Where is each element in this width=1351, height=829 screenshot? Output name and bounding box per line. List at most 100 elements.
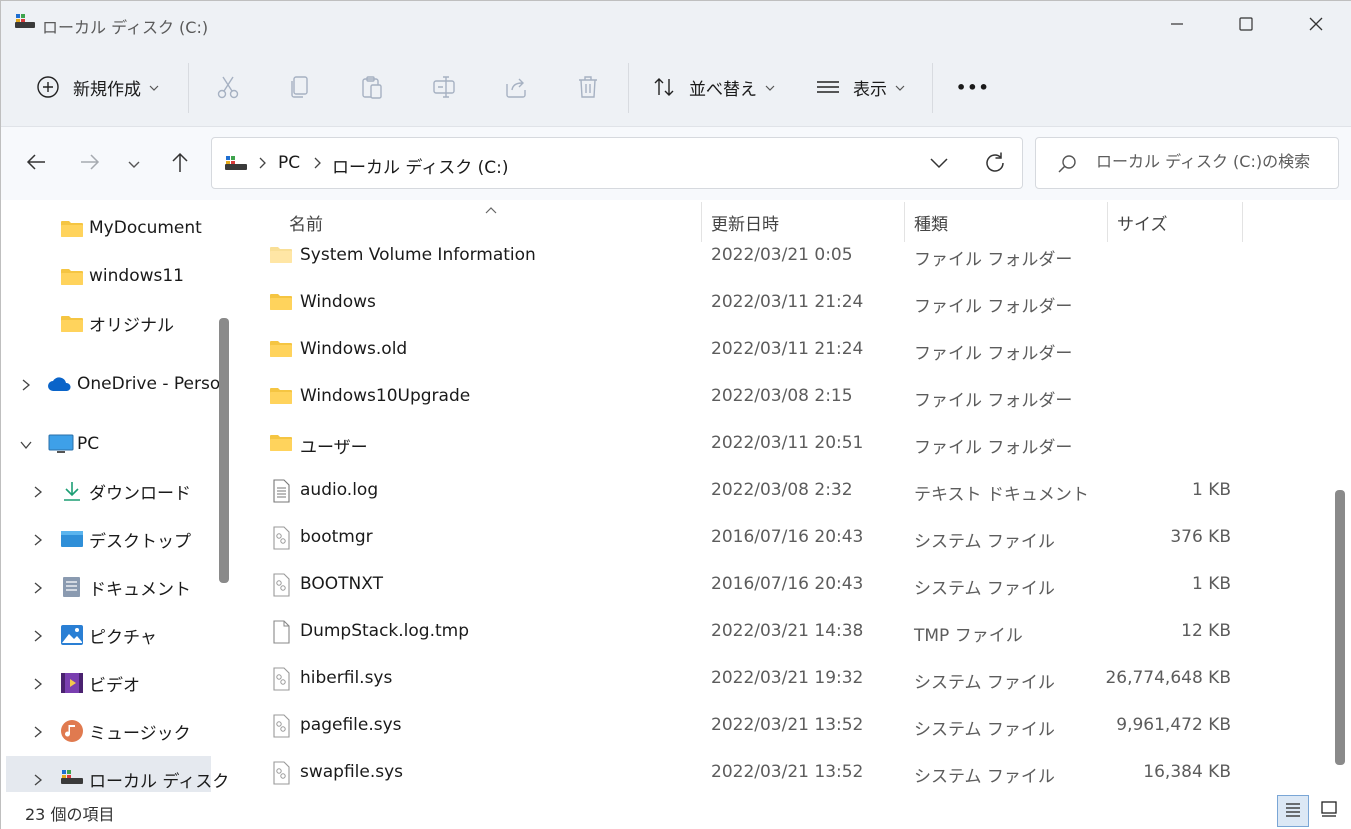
chevron-right-icon[interactable] [31, 724, 45, 738]
sidebar-item-label: MyDocument [89, 218, 202, 238]
sort-icon [649, 72, 679, 102]
sidebar-item-label: ビデオ [89, 675, 140, 696]
title-bar[interactable]: ローカル ディスク (C:) [1, 1, 1351, 47]
rename-button[interactable] [429, 47, 459, 127]
file-row-dumpstack-log-tmp[interactable]: DumpStack.log.tmp 2022/03/21 14:38 TMP フ… [239, 610, 1331, 657]
share-button[interactable] [501, 47, 531, 127]
file-row-hiberfil-sys[interactable]: hiberfil.sys 2022/03/21 19:32 システム ファイル … [239, 657, 1331, 704]
chevron-right-icon[interactable] [19, 377, 33, 391]
breadcrumb-local-disk[interactable]: ローカル ディスク (C:) [332, 153, 508, 178]
file-type: システム ファイル [914, 579, 1055, 599]
file-modified: 2022/03/21 19:32 [711, 668, 864, 688]
search-box[interactable] [1035, 137, 1339, 189]
file-row-audio-log[interactable]: audio.log 2022/03/08 2:32 テキスト ドキュメント 1 … [239, 469, 1331, 516]
trash-icon [573, 72, 603, 102]
file-type: システム ファイル [914, 767, 1055, 787]
chevron-down-icon[interactable] [19, 437, 33, 451]
file-row-windows10upgrade[interactable]: Windows10Upgrade 2022/03/08 2:15 ファイル フォ… [239, 375, 1331, 422]
maximize-button[interactable] [1211, 1, 1281, 47]
sort-button[interactable]: 並べ替え [649, 47, 775, 127]
chevron-down-icon [128, 154, 140, 174]
minimize-button[interactable] [1142, 1, 1212, 47]
file-row-system-volume-information[interactable]: System Volume Information 2022/03/21 0:0… [239, 234, 1331, 281]
sidebar-item-pc[interactable]: PC [1, 421, 211, 467]
sidebar-item-original[interactable]: オリジナル [1, 300, 211, 346]
new-button[interactable]: 新規作成 [33, 47, 159, 127]
forward-button[interactable] [75, 149, 105, 179]
system-file-icon [269, 526, 293, 550]
toolbar-divider [628, 63, 629, 113]
recent-locations-button[interactable] [119, 149, 149, 179]
file-size: 9,961,472 KB [1116, 715, 1231, 735]
scissors-icon [213, 72, 243, 102]
folder-icon [60, 218, 84, 240]
navigation-pane: MyDocument windows11 オリジナル OneDrive - Pe… [1, 200, 236, 792]
chevron-right-icon[interactable] [31, 580, 45, 594]
file-row-bootnxt[interactable]: BOOTNXT 2016/07/16 20:43 システム ファイル 1 KB [239, 563, 1331, 610]
cut-button[interactable] [213, 47, 243, 127]
column-header-type[interactable]: 種類 [914, 210, 948, 235]
sidebar-item-windows11[interactable]: windows11 [1, 253, 211, 299]
sidebar-item-videos[interactable]: ビデオ [1, 660, 211, 706]
sidebar-item-onedrive[interactable]: OneDrive - Perso [1, 361, 220, 407]
chevron-right-icon[interactable] [31, 676, 45, 690]
close-button[interactable] [1281, 1, 1351, 47]
copy-button[interactable] [285, 47, 315, 127]
sidebar-item-documents[interactable]: ドキュメント [1, 564, 211, 610]
delete-button[interactable] [573, 47, 603, 127]
sidebar-item-desktop[interactable]: デスクトップ [1, 516, 211, 562]
address-bar[interactable]: PC ローカル ディスク (C:) [211, 137, 1023, 189]
file-type: ファイル フォルダー [914, 391, 1073, 411]
download-icon [60, 480, 84, 502]
explorer-window: ローカル ディスク (C:) 新規作成 並べ替え 表示 ••• PC ローカル … [0, 0, 1351, 829]
sidebar-scrollbar-thumb[interactable] [219, 318, 229, 583]
file-row-bootmgr[interactable]: bootmgr 2016/07/16 20:43 システム ファイル 376 K… [239, 516, 1331, 563]
arrow-left-icon [25, 151, 47, 178]
chevron-right-icon[interactable] [31, 484, 45, 498]
breadcrumb-pc[interactable]: PC [278, 153, 300, 173]
arrow-right-icon [79, 151, 101, 178]
file-list: 名前 更新日時 種類 サイズ System Volume Information… [239, 200, 1351, 792]
file-modified: 2016/07/16 20:43 [711, 527, 864, 547]
column-header-modified[interactable]: 更新日時 [711, 210, 779, 235]
file-row-windows[interactable]: Windows 2022/03/11 21:24 ファイル フォルダー [239, 281, 1331, 328]
chevron-right-icon[interactable] [31, 532, 45, 546]
large-icons-view-button[interactable] [1313, 795, 1345, 827]
file-row-users[interactable]: ユーザー 2022/03/11 20:51 ファイル フォルダー [239, 422, 1331, 469]
folder-icon [269, 385, 293, 407]
chevron-right-icon[interactable] [31, 628, 45, 642]
file-modified: 2022/03/21 13:52 [711, 715, 864, 735]
back-button[interactable] [21, 149, 51, 179]
more-options-button[interactable]: ••• [956, 47, 990, 127]
search-input[interactable] [1096, 152, 1326, 171]
refresh-button[interactable] [982, 150, 1008, 176]
sidebar-item-music[interactable]: ミュージック [1, 708, 211, 754]
column-header-size[interactable]: サイズ [1117, 210, 1168, 235]
paste-button[interactable] [357, 47, 387, 127]
blank-file-icon [269, 620, 293, 644]
up-button[interactable] [165, 149, 195, 179]
file-size: 16,384 KB [1143, 762, 1231, 782]
list-view-icon [813, 72, 843, 102]
file-row-windows-old[interactable]: Windows.old 2022/03/11 21:24 ファイル フォルダー [239, 328, 1331, 375]
file-row-pagefile-sys[interactable]: pagefile.sys 2022/03/21 13:52 システム ファイル … [239, 704, 1331, 751]
tiles-view-icon [1320, 800, 1338, 823]
column-header-name[interactable]: 名前 [289, 210, 323, 235]
sort-label: 並べ替え [689, 79, 757, 100]
sidebar-item-label: ドキュメント [89, 579, 191, 600]
window-title: ローカル ディスク (C:) [42, 18, 209, 37]
sidebar-item-mydocument[interactable]: MyDocument [1, 205, 211, 251]
sidebar-item-downloads[interactable]: ダウンロード [1, 468, 211, 514]
plus-circle-icon [33, 72, 63, 102]
file-row-swapfile-sys[interactable]: swapfile.sys 2022/03/21 13:52 システム ファイル … [239, 751, 1331, 792]
view-button[interactable]: 表示 [813, 47, 905, 127]
chevron-right-icon[interactable] [31, 772, 45, 786]
address-history-button[interactable] [926, 150, 952, 176]
file-modified: 2022/03/11 21:24 [711, 339, 864, 359]
file-name: swapfile.sys [300, 762, 404, 782]
details-view-button[interactable] [1277, 795, 1309, 827]
file-list-scrollbar-thumb[interactable] [1335, 490, 1345, 765]
file-name: bootmgr [300, 527, 373, 547]
sidebar-item-local-disk[interactable]: ローカル ディスク ( [6, 756, 236, 792]
sidebar-item-pictures[interactable]: ピクチャ [1, 612, 211, 658]
